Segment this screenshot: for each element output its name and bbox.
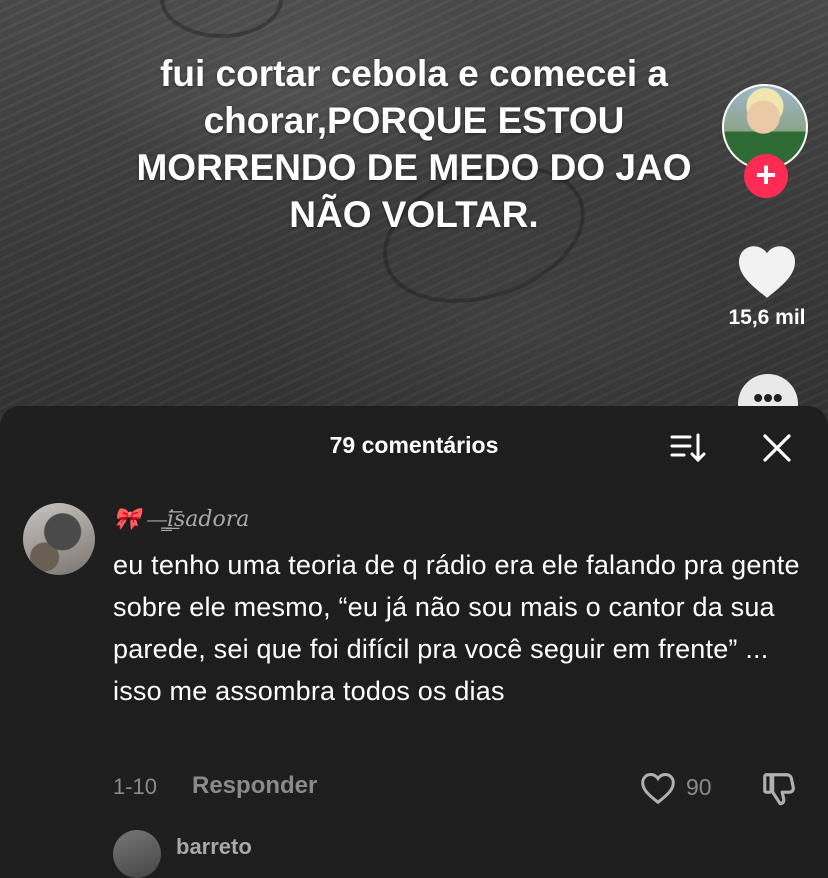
heart-outline-icon[interactable] [640,770,676,806]
heart-icon[interactable] [736,243,798,299]
commenter-avatar[interactable] [23,503,95,575]
sand-drawing [160,0,283,38]
comment-text: eu tenho uma teoria de q rádio era ele f… [113,550,800,706]
comment-username[interactable]: 🎀 —̳͟͞͞isadora [113,506,249,532]
plus-icon: + [755,154,777,195]
comment-date: 1-10 [113,774,158,799]
creator-avatar-container[interactable]: + [722,84,808,198]
reply-button[interactable]: Responder [192,772,317,800]
comments-sheet: 79 comentários 🎀 —̳͟͞͞isadora eu tenho u… [0,406,828,878]
next-comment-username[interactable]: barreto [176,834,252,860]
sort-icon[interactable] [668,428,708,468]
next-commenter-avatar[interactable] [113,830,161,878]
video-player[interactable]: fui cortar cebola e comecei a chorar,POR… [0,0,828,430]
comment-like-count: 90 [686,774,712,800]
close-icon[interactable] [757,428,797,468]
video-caption-overlay: fui cortar cebola e comecei a chorar,POR… [136,53,692,235]
thumbs-down-icon[interactable] [760,770,798,808]
follow-button[interactable]: + [744,154,788,198]
like-count: 15,6 mil [728,306,806,329]
